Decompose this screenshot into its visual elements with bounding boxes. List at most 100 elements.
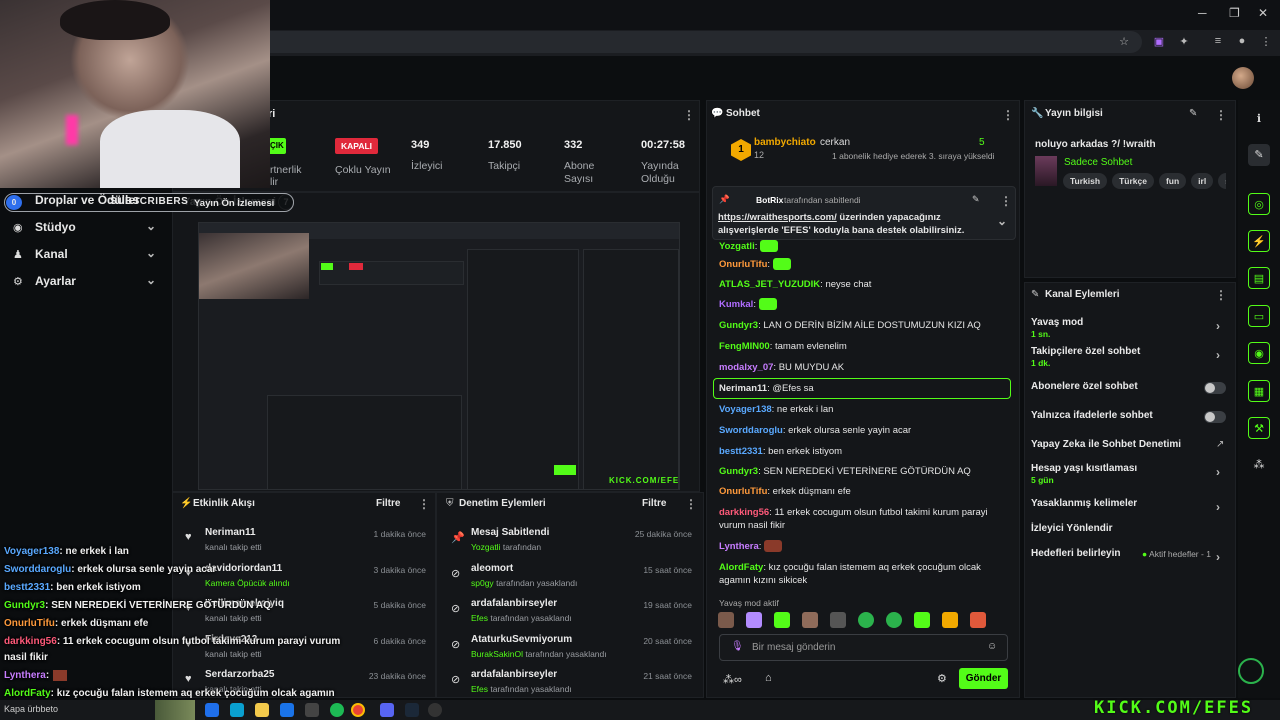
action-label[interactable]: İzleyici Yönlendir: [1031, 523, 1113, 534]
activity-name[interactable]: davidoriordan11: [205, 563, 282, 574]
action-label[interactable]: Yalnızca ifadelerle sohbet: [1031, 410, 1153, 421]
emote-icon[interactable]: [886, 612, 902, 628]
pinned-link[interactable]: https://wraithesports.com/: [718, 212, 837, 223]
chat-username[interactable]: Sworddaroglu: [719, 425, 783, 436]
puzzle-icon[interactable]: ✦: [1176, 35, 1192, 49]
chat-bubble-icon[interactable]: ▭: [1248, 305, 1270, 327]
profile-icon[interactable]: ●: [1234, 35, 1250, 49]
emote-icon[interactable]: [746, 612, 762, 628]
chat-username[interactable]: Neriman11: [719, 383, 767, 394]
chat-username[interactable]: Lynthera: [719, 541, 759, 552]
emote-icon[interactable]: [942, 612, 958, 628]
emote-icon[interactable]: [914, 612, 930, 628]
clipboard-icon[interactable]: ▤: [1248, 267, 1270, 289]
mod-title[interactable]: Mesaj Sabitlendi: [471, 527, 549, 538]
chat-username[interactable]: AlordFaty: [719, 562, 763, 573]
chat-username[interactable]: bestt2331: [719, 446, 763, 457]
chat-username[interactable]: Yozgatli: [719, 241, 755, 252]
sidebar-item-settings[interactable]: Ayarlar: [35, 274, 76, 288]
chevron-down-icon[interactable]: ⌄: [146, 273, 156, 287]
extension-icon[interactable]: ▣: [1151, 35, 1167, 49]
action-label[interactable]: Hesap yaşı kısıtlaması: [1031, 463, 1137, 474]
chat-username[interactable]: ATLAS_JET_YUZUDIK: [719, 279, 820, 290]
chevron-down-icon[interactable]: ⌄: [146, 246, 156, 260]
chat-username[interactable]: Gundyr3: [719, 466, 758, 477]
chat-username[interactable]: FengMIN00: [719, 341, 770, 352]
taskbar-app-icon[interactable]: [305, 703, 319, 717]
activity-name[interactable]: Serdarzorba25: [205, 669, 274, 680]
spotify-icon[interactable]: [330, 703, 344, 717]
chat-username[interactable]: modalxy_07: [719, 362, 773, 373]
action-label[interactable]: Yapay Zeka ile Sohbet Denetimi: [1031, 439, 1181, 450]
moderation-filter[interactable]: Filtre: [642, 498, 666, 509]
sidebar-item-channel[interactable]: Kanal: [35, 247, 68, 261]
stats-menu-icon[interactable]: ⋮: [683, 108, 695, 122]
toggle-switch[interactable]: [1204, 411, 1226, 423]
unpin-icon[interactable]: ✎: [972, 194, 980, 205]
store-icon[interactable]: ⌂: [765, 672, 772, 684]
info-icon[interactable]: ℹ: [1248, 108, 1270, 130]
avatar[interactable]: [1232, 67, 1254, 89]
send-button[interactable]: Gönder: [959, 668, 1008, 689]
chevron-right-icon[interactable]: ›: [1216, 550, 1220, 564]
star-icon[interactable]: ☆: [1116, 35, 1132, 49]
action-label[interactable]: Takipçilere özel sohbet: [1031, 346, 1140, 357]
chevron-down-icon[interactable]: ⌄: [146, 219, 156, 233]
minimize-icon[interactable]: ─: [1198, 6, 1207, 20]
taskbar-search[interactable]: Kapa ürbbeto: [4, 704, 58, 714]
action-label[interactable]: Yasaklanmış kelimeler: [1031, 498, 1137, 509]
chat-username[interactable]: OnurluTifu: [719, 259, 767, 270]
close-icon[interactable]: ✕: [1258, 6, 1268, 20]
edit-icon[interactable]: ✎: [1248, 144, 1270, 166]
activity-filter[interactable]: Filtre: [376, 498, 400, 509]
chevron-right-icon[interactable]: ›: [1216, 500, 1220, 514]
chat-username[interactable]: darkking56: [719, 507, 769, 518]
activity-menu-icon[interactable]: ⋮: [418, 497, 430, 511]
media-icon[interactable]: ≡: [1210, 35, 1226, 49]
sidebar-item-studio[interactable]: Stüdyo: [35, 220, 76, 234]
chevron-right-icon[interactable]: ›: [1216, 319, 1220, 333]
taskbar-app-icon[interactable]: [205, 703, 219, 717]
gifter-name[interactable]: bambychiato: [754, 137, 816, 148]
shapes-icon[interactable]: ⁂: [1248, 454, 1270, 476]
external-link-icon[interactable]: ↗: [1216, 439, 1224, 450]
stream-preview[interactable]: KICK.COM/EFES: [198, 222, 680, 490]
emote-icon[interactable]: [970, 612, 986, 628]
chevron-right-icon[interactable]: ›: [1216, 348, 1220, 362]
emote-icon[interactable]: [774, 612, 790, 628]
activity-name[interactable]: Neriman11: [205, 527, 256, 538]
action-label[interactable]: Abonelere özel sohbet: [1031, 381, 1138, 392]
taskbar-app-icon[interactable]: [280, 703, 294, 717]
chrome-icon[interactable]: [351, 703, 365, 717]
bolt-icon[interactable]: ⚡: [1248, 230, 1270, 252]
edit-icon[interactable]: ✎: [1189, 108, 1197, 119]
emote-icon[interactable]: [802, 612, 818, 628]
layout-icon[interactable]: ▦: [1248, 380, 1270, 402]
emoji-icon[interactable]: ☺: [987, 641, 997, 652]
moderation-menu-icon[interactable]: ⋮: [685, 497, 697, 511]
target-icon[interactable]: ◎: [1248, 193, 1270, 215]
pinned-menu-icon[interactable]: ⋮: [1000, 194, 1012, 208]
mod-title[interactable]: AtaturkuSevmiyorum: [471, 634, 572, 645]
mic-icon[interactable]: 🎙: [731, 641, 744, 652]
discord-icon[interactable]: [380, 703, 394, 717]
category-name[interactable]: Sadece Sohbet: [1064, 157, 1132, 168]
broadcast-icon[interactable]: ◉: [1248, 342, 1270, 364]
actions-menu-icon[interactable]: ⋮: [1215, 288, 1227, 302]
mod-title[interactable]: ardafalanbirseyler: [471, 598, 557, 609]
chat-username[interactable]: Kumkal: [719, 299, 753, 310]
maximize-icon[interactable]: ❐: [1229, 6, 1240, 20]
wrench-icon[interactable]: ⚒: [1248, 417, 1270, 439]
mod-title[interactable]: aleomort: [471, 563, 513, 574]
gear-icon[interactable]: ⚙: [937, 672, 947, 685]
emote-icon[interactable]: [718, 612, 734, 628]
folder-icon[interactable]: [255, 703, 269, 717]
mod-actor[interactable]: Yozgatli: [471, 542, 500, 552]
toggle-switch[interactable]: [1204, 382, 1226, 394]
action-label[interactable]: Hedefleri belirleyin: [1031, 548, 1120, 559]
steam-icon[interactable]: [405, 703, 419, 717]
mod-actor[interactable]: Efes: [471, 613, 488, 623]
info-menu-icon[interactable]: ⋮: [1215, 108, 1227, 122]
action-label[interactable]: Yavaş mod: [1031, 317, 1083, 328]
chat-menu-icon[interactable]: ⋮: [1002, 108, 1014, 122]
